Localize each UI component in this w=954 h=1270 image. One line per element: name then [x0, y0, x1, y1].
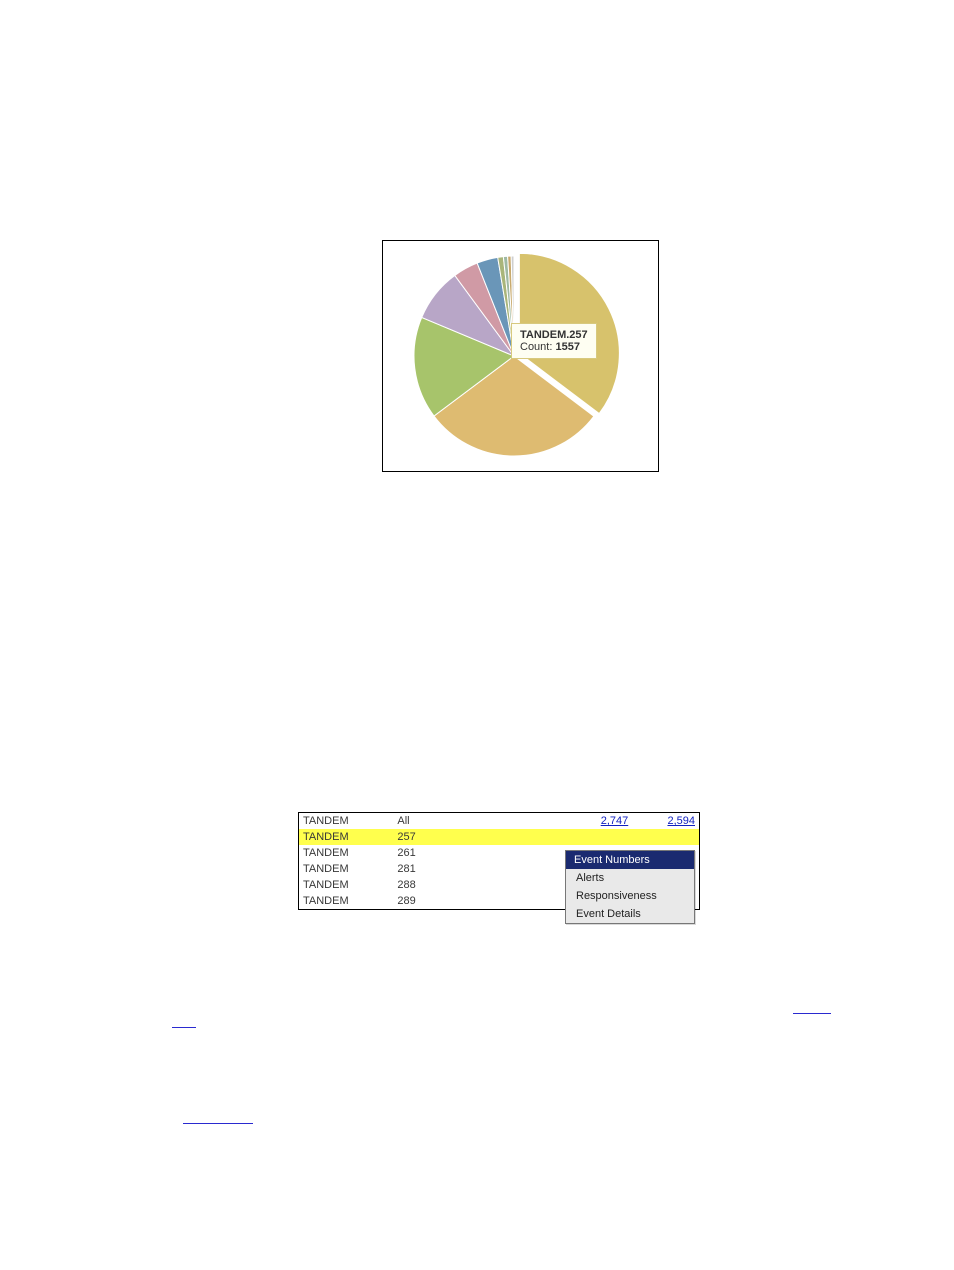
- chart-tooltip: TANDEM.257 Count: 1557: [511, 323, 597, 359]
- context-menu-item[interactable]: Alerts: [566, 869, 694, 887]
- table-cell: 261: [393, 845, 536, 861]
- table-cell: TANDEM: [299, 861, 393, 877]
- table-row[interactable]: TANDEMAll 2,747 2,594: [299, 813, 699, 829]
- tooltip-label: TANDEM.257: [520, 329, 588, 341]
- table-row[interactable]: TANDEM257: [299, 829, 699, 845]
- table-cell: 2,594: [632, 813, 699, 829]
- context-menu-item[interactable]: Event Details: [566, 905, 694, 923]
- table-cell: TANDEM: [299, 829, 393, 845]
- tooltip-metric-label: Count:: [520, 341, 552, 353]
- count-link[interactable]: 2,747: [601, 815, 629, 827]
- link-fragment: [793, 1013, 831, 1014]
- context-menu-item[interactable]: Responsiveness: [566, 887, 694, 905]
- table-cell: All: [393, 813, 536, 829]
- table-cell: 289: [393, 893, 536, 909]
- link-fragment: [172, 1027, 196, 1028]
- count-link[interactable]: 2,594: [667, 815, 695, 827]
- link-fragment: [183, 1123, 253, 1124]
- context-menu-title: Event Numbers: [566, 851, 694, 869]
- table-cell: 281: [393, 861, 536, 877]
- context-menu[interactable]: Event Numbers AlertsResponsivenessEvent …: [565, 850, 695, 924]
- table-cell: TANDEM: [299, 813, 393, 829]
- table-cell: TANDEM: [299, 877, 393, 893]
- tooltip-metric-value: 1557: [555, 341, 579, 353]
- table-cell: 2,747: [537, 813, 633, 829]
- table-cell: 257: [393, 829, 536, 845]
- pie-chart-panel: TANDEM.257 Count: 1557: [382, 240, 659, 472]
- table-cell: TANDEM: [299, 893, 393, 909]
- table-cell: 288: [393, 877, 536, 893]
- table-cell: [537, 829, 633, 845]
- table-cell: [632, 829, 699, 845]
- table-cell: TANDEM: [299, 845, 393, 861]
